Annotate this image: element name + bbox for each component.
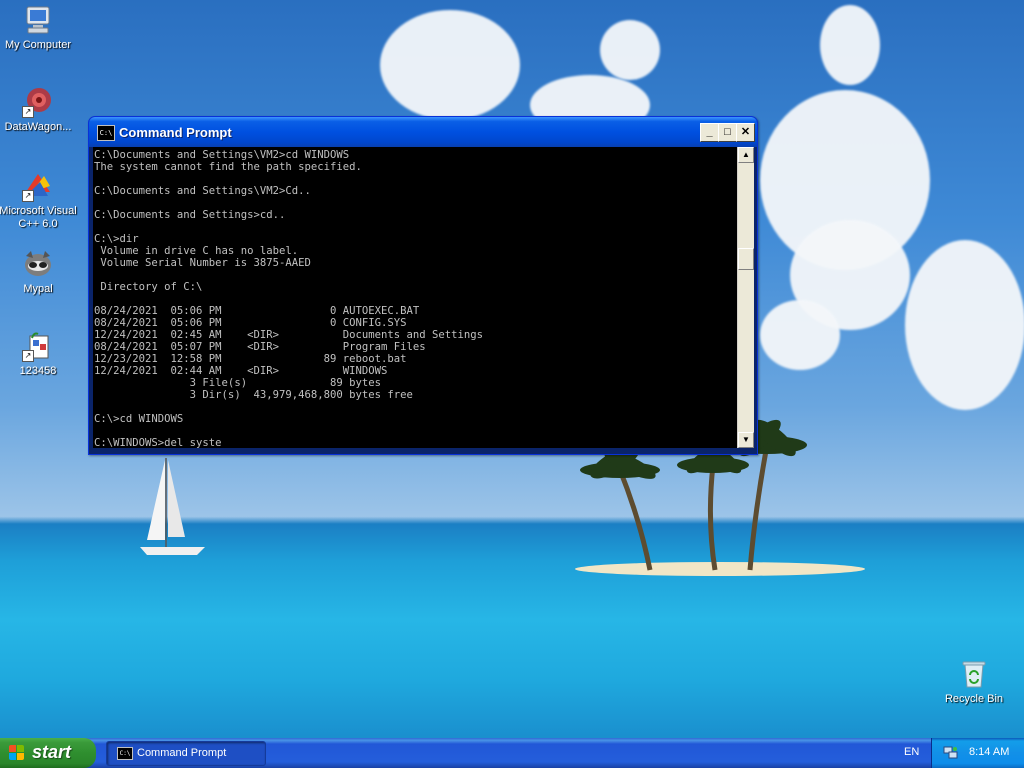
wallpaper-cloud	[905, 240, 1024, 410]
scrollbar-thumb[interactable]	[738, 248, 754, 270]
console-output[interactable]: C:\Documents and Settings\VM2>cd WINDOWS…	[93, 147, 737, 448]
taskbar: start C:\ Command Prompt EN 8:14 AM	[0, 738, 1024, 768]
wallpaper-cloud	[380, 10, 520, 120]
sailboat-image	[140, 458, 205, 555]
desktop-icon-label: Mypal	[23, 283, 53, 295]
taskbar-item-label: Command Prompt	[137, 747, 227, 759]
desktop-icon-visual-cpp[interactable]: ↗ Microsoft Visual C++ 6.0	[0, 170, 78, 231]
system-tray: 8:14 AM	[931, 738, 1024, 768]
cmd-icon[interactable]: C:\	[97, 125, 115, 141]
start-label: start	[32, 742, 72, 762]
shortcut-arrow-icon: ↗	[22, 190, 34, 202]
console-area[interactable]: C:\Documents and Settings\VM2>cd WINDOWS…	[93, 147, 737, 448]
wallpaper-cloud	[600, 20, 660, 80]
desktop-icon-label: 123458	[19, 365, 57, 377]
desktop-icon-mypal[interactable]: Mypal	[0, 248, 78, 296]
datawagon-icon: ↗	[22, 86, 54, 118]
close-button[interactable]: ✕	[736, 123, 755, 142]
maximize-button[interactable]: □	[718, 123, 737, 142]
cmd-icon: C:\	[117, 747, 133, 760]
shortcut-arrow-icon: ↗	[22, 350, 34, 362]
windows-logo-icon	[9, 745, 26, 762]
minimize-button[interactable]: _	[700, 123, 719, 142]
window-title: Command Prompt	[119, 125, 232, 140]
my-computer-icon	[22, 4, 54, 36]
desktop-icon-label: My Computer	[4, 39, 72, 51]
scroll-up-arrow-icon[interactable]: ▲	[738, 147, 754, 163]
recycle-bin-icon	[958, 658, 990, 690]
vertical-scrollbar[interactable]: ▲ ▼	[737, 147, 754, 448]
wallpaper-cloud	[820, 5, 880, 85]
visual-cpp-icon: ↗	[22, 170, 54, 202]
mypal-icon	[22, 248, 54, 280]
scroll-down-arrow-icon[interactable]: ▼	[738, 432, 754, 448]
wallpaper-cloud	[760, 300, 840, 370]
desktop-icon-label: Microsoft Visual C++ 6.0	[0, 205, 77, 230]
file-icon: ↗	[22, 330, 54, 362]
clock[interactable]: 8:14 AM	[969, 746, 1009, 758]
command-prompt-window[interactable]: C:\ Command Prompt _ □ ✕ C:\Documents an…	[88, 116, 758, 455]
desktop-icon-my-computer[interactable]: My Computer	[0, 4, 78, 52]
taskbar-item-command-prompt[interactable]: C:\ Command Prompt	[106, 741, 266, 766]
desktop-icon-123458[interactable]: ↗ 123458	[0, 330, 78, 378]
desktop-icon-label: DataWagon...	[4, 121, 72, 133]
network-icon[interactable]	[943, 746, 959, 760]
desktop-icon-datawagon[interactable]: ↗ DataWagon...	[0, 86, 78, 134]
shortcut-arrow-icon: ↗	[22, 106, 34, 118]
desktop-icon-label: Recycle Bin	[944, 693, 1004, 705]
start-button[interactable]: start	[0, 738, 96, 768]
desktop-icon-recycle-bin[interactable]: Recycle Bin	[934, 658, 1014, 706]
window-titlebar[interactable]: C:\ Command Prompt _ □ ✕	[89, 117, 757, 147]
language-indicator[interactable]: EN	[904, 746, 919, 758]
